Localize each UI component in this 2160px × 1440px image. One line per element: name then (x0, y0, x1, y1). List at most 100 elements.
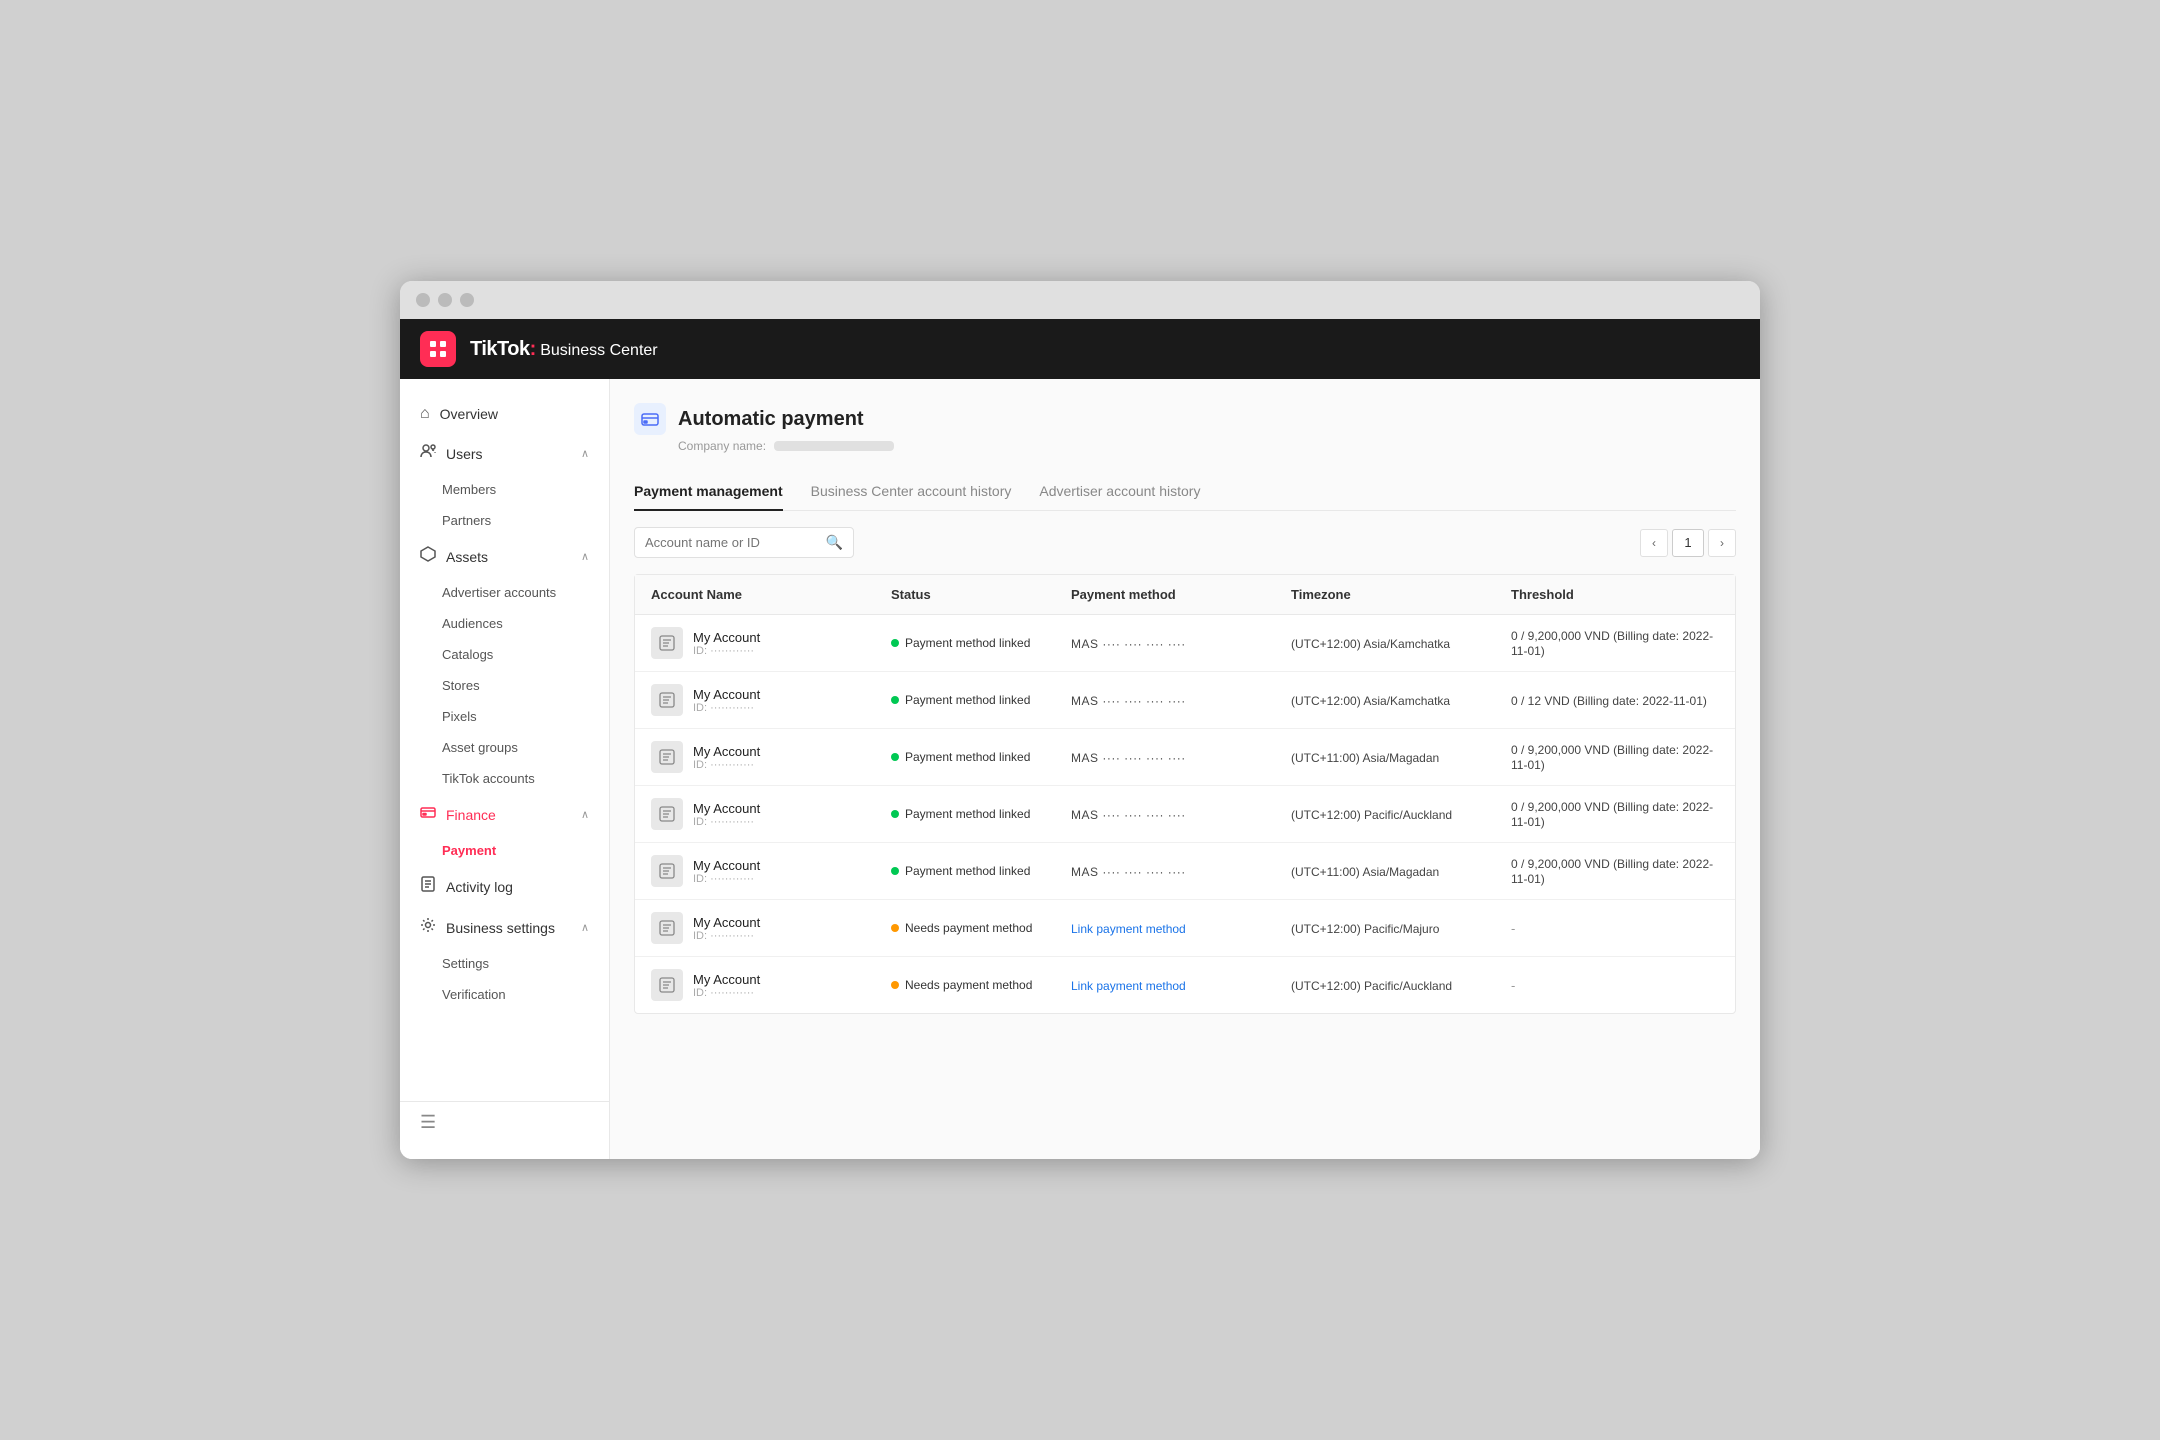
table-row: My Account ID: ············ Needs paymen… (635, 957, 1735, 1013)
tabs: Payment management Business Center accou… (634, 473, 1736, 511)
header-status: Status (875, 575, 1055, 614)
status-text: Payment method linked (905, 636, 1030, 650)
table-cell-account: My Account ID: ············ (635, 786, 875, 842)
sidebar-item-catalogs[interactable]: Catalogs (400, 639, 609, 670)
pagination-prev-button[interactable]: ‹ (1640, 529, 1668, 557)
header-account-name: Account Name (635, 575, 875, 614)
avatar (651, 912, 683, 944)
table-cell-timezone: (UTC+11:00) Asia/Magadan (1275, 738, 1495, 777)
table-cell-threshold: 0 / 9,200,000 VND (Billing date: 2022-11… (1495, 730, 1735, 784)
table-cell-threshold: 0 / 9,200,000 VND (Billing date: 2022-11… (1495, 787, 1735, 841)
pagination-current-page: 1 (1672, 529, 1704, 557)
sidebar-item-tiktok-accounts[interactable]: TikTok accounts (400, 763, 609, 794)
sidebar-item-audiences[interactable]: Audiences (400, 608, 609, 639)
table-cell-account: My Account ID: ············ (635, 672, 875, 728)
tab-advertiser-account-history[interactable]: Advertiser account history (1039, 473, 1200, 511)
threshold-text: 0 / 12 VND (Billing date: 2022-11-01) (1511, 694, 1707, 708)
table-header: Account Name Status Payment method Timez… (635, 575, 1735, 615)
top-nav: TikTok: Business Center (400, 319, 1760, 379)
threshold-dash: - (1511, 978, 1515, 993)
sidebar-item-business-settings-label: Business settings (446, 920, 555, 936)
sidebar-item-assets[interactable]: Assets ∧ (400, 536, 609, 577)
sidebar-item-verification-label: Verification (442, 987, 506, 1002)
status-dot-green (891, 867, 899, 875)
header-timezone: Timezone (1275, 575, 1495, 614)
grid-icon[interactable] (420, 331, 456, 367)
sidebar-item-settings[interactable]: Settings (400, 948, 609, 979)
sidebar: ⌂ Overview Users ∧ (400, 379, 610, 1159)
brand-name: TikTok (470, 338, 530, 360)
sidebar-item-asset-groups[interactable]: Asset groups (400, 732, 609, 763)
link-payment-method-link[interactable]: Link payment method (1071, 922, 1186, 936)
table-row: My Account ID: ············ Payment meth… (635, 729, 1735, 786)
sidebar-item-audiences-label: Audiences (442, 616, 503, 631)
table-cell-account: My Account ID: ············ (635, 900, 875, 956)
table-cell-threshold: 0 / 9,200,000 VND (Billing date: 2022-11… (1495, 844, 1735, 898)
search-box[interactable]: 🔍 (634, 527, 854, 558)
account-name: My Account (693, 972, 760, 987)
payment-method-text: MAS ···· ···· ···· ···· (1071, 808, 1186, 822)
browser-dot-red (416, 293, 430, 307)
payment-method-text: MAS ···· ···· ···· ···· (1071, 694, 1186, 708)
sidebar-item-finance[interactable]: Finance ∧ (400, 794, 609, 835)
company-name-value (774, 441, 894, 451)
sidebar-item-catalogs-label: Catalogs (442, 647, 493, 662)
collapse-sidebar-button[interactable]: ☰ (420, 1112, 436, 1132)
sidebar-item-overview[interactable]: ⌂ Overview (400, 395, 609, 433)
account-id: ID: ············ (693, 645, 760, 657)
sidebar-item-finance-label: Finance (446, 807, 496, 823)
header-threshold: Threshold (1495, 575, 1735, 614)
pagination-next-button[interactable]: › (1708, 529, 1736, 557)
table-cell-timezone: (UTC+12:00) Pacific/Majuro (1275, 909, 1495, 948)
avatar (651, 627, 683, 659)
page-title: Automatic payment (678, 408, 864, 431)
table-row: My Account ID: ············ Payment meth… (635, 615, 1735, 672)
link-payment-method-link[interactable]: Link payment method (1071, 979, 1186, 993)
status-text: Payment method linked (905, 864, 1030, 878)
table-cell-payment-method: MAS ···· ···· ···· ···· (1055, 795, 1275, 834)
table-cell-status: Payment method linked (875, 795, 1055, 833)
sidebar-item-advertiser-accounts-label: Advertiser accounts (442, 585, 556, 600)
account-info: My Account ID: ············ (693, 972, 760, 999)
account-id: ID: ············ (693, 816, 760, 828)
payment-method-text: MAS ···· ···· ···· ···· (1071, 751, 1186, 765)
table-cell-status: Payment method linked (875, 852, 1055, 890)
table-cell-payment-method[interactable]: Link payment method (1055, 909, 1275, 948)
sidebar-item-stores[interactable]: Stores (400, 670, 609, 701)
sidebar-item-activity-log[interactable]: Activity log (400, 866, 609, 907)
status-dot-green (891, 639, 899, 647)
sidebar-item-business-settings[interactable]: Business settings ∧ (400, 907, 609, 948)
sidebar-item-advertiser-accounts[interactable]: Advertiser accounts (400, 577, 609, 608)
home-icon: ⌂ (420, 405, 430, 423)
table-cell-timezone: (UTC+12:00) Asia/Kamchatka (1275, 681, 1495, 720)
table-cell-timezone: (UTC+12:00) Asia/Kamchatka (1275, 624, 1495, 663)
sidebar-item-asset-groups-label: Asset groups (442, 740, 518, 755)
finance-chevron-icon: ∧ (581, 808, 589, 821)
timezone-text: (UTC+12:00) Pacific/Majuro (1291, 922, 1439, 936)
search-input[interactable] (645, 535, 820, 550)
search-pagination-row: 🔍 ‹ 1 › (634, 527, 1736, 558)
sidebar-item-pixels[interactable]: Pixels (400, 701, 609, 732)
browser-titlebar (400, 281, 1760, 319)
account-info: My Account ID: ············ (693, 858, 760, 885)
status-dot-green (891, 753, 899, 761)
status-cell: Payment method linked (891, 693, 1039, 707)
sidebar-item-payment[interactable]: Payment (400, 835, 609, 866)
search-icon: 🔍 (826, 534, 843, 551)
tab-payment-management[interactable]: Payment management (634, 473, 783, 511)
sidebar-item-partners[interactable]: Partners (400, 505, 609, 536)
payment-method-text: MAS ···· ···· ···· ···· (1071, 637, 1186, 651)
sidebar-item-tiktok-accounts-label: TikTok accounts (442, 771, 535, 786)
sidebar-item-users[interactable]: Users ∧ (400, 433, 609, 474)
table-row: My Account ID: ············ Payment meth… (635, 672, 1735, 729)
timezone-text: (UTC+11:00) Asia/Magadan (1291, 865, 1439, 879)
tab-bc-account-history[interactable]: Business Center account history (811, 473, 1012, 511)
browser-dot-yellow (438, 293, 452, 307)
payment-method-text: MAS ···· ···· ···· ···· (1071, 865, 1186, 879)
sidebar-item-members-label: Members (442, 482, 496, 497)
status-cell: Needs payment method (891, 921, 1039, 935)
sidebar-item-members[interactable]: Members (400, 474, 609, 505)
sidebar-item-verification[interactable]: Verification (400, 979, 609, 1010)
avatar (651, 741, 683, 773)
table-cell-payment-method[interactable]: Link payment method (1055, 966, 1275, 1005)
